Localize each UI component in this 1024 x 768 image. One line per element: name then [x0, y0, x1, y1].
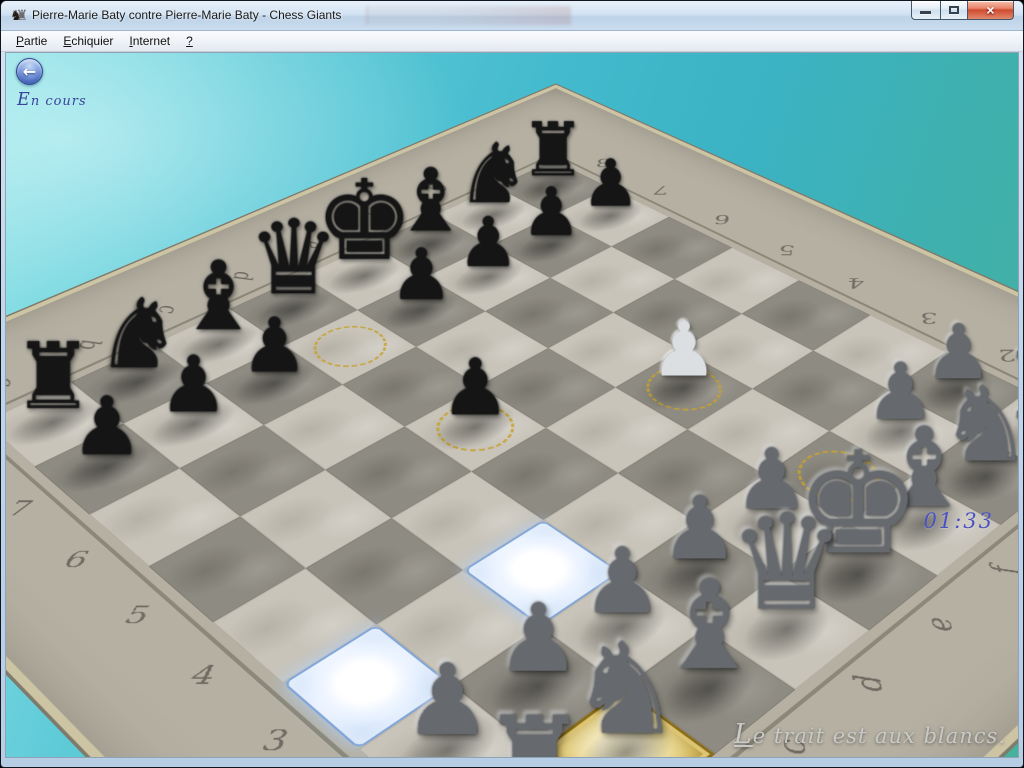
rank-label-right-6: 6: [703, 212, 742, 227]
square-c4[interactable]: [392, 471, 544, 570]
rank-label-left-7: 7: [5, 497, 48, 521]
window-buttons: ×: [911, 1, 1014, 20]
back-button[interactable]: ←: [16, 58, 43, 85]
menu-item-partie[interactable]: Partie: [8, 32, 55, 50]
minimize-button[interactable]: [911, 1, 940, 20]
black-pawn-glyph: ♟: [35, 387, 179, 467]
rank-label-right-4: 4: [834, 274, 877, 290]
close-button[interactable]: ×: [967, 1, 1014, 20]
app-window: ♞♜ Pierre-Marie Baty contre Pierre-Marie…: [0, 0, 1024, 768]
turn-status: Le trait est aux blancs.: [734, 719, 1006, 750]
square-d4[interactable]: [472, 428, 618, 520]
game-clock: 01:33: [923, 509, 994, 533]
game-state-label: En cours: [17, 90, 87, 110]
file-label-bottom-d: d: [845, 663, 894, 703]
menu-item-?[interactable]: ?: [178, 32, 201, 50]
square-a5[interactable]: [149, 516, 306, 622]
rank-label-left-3: 3: [245, 725, 306, 758]
file-label-bottom-f: f: [981, 553, 1019, 587]
black-pawn-glyph: ♟: [358, 240, 485, 311]
game-client-area: 88aa77bb66cc55dd44ee33ff22gg11hh♜♞♝♛♚♝♞♜…: [5, 52, 1019, 758]
rank-label-left-6: 6: [48, 547, 106, 573]
menu-item-internet[interactable]: Internet: [121, 32, 178, 50]
menu-item-echiquier[interactable]: Echiquier: [55, 32, 121, 50]
rank-label-right-5: 5: [766, 242, 807, 257]
minimize-icon: [920, 11, 931, 14]
titlebar-glass-reflection: [366, 6, 571, 25]
white-rook-glyph: ♜: [442, 701, 627, 758]
rank-label-left-4: 4: [174, 661, 234, 692]
titlebar[interactable]: ♞♜ Pierre-Marie Baty contre Pierre-Marie…: [1, 1, 1023, 31]
game-scene: 88aa77bb66cc55dd44ee33ff22gg11hh♜♞♝♛♚♝♞♜…: [6, 53, 1018, 757]
file-label-bottom-e: e: [916, 606, 965, 643]
close-icon: ×: [968, 2, 1013, 18]
menubar: PartieEchiquierInternet?: [1, 31, 1023, 52]
window-title: Pierre-Marie Baty contre Pierre-Marie Ba…: [32, 8, 341, 22]
back-arrow-icon: ←: [17, 62, 42, 81]
maximize-icon: [949, 6, 959, 14]
board-plane: 88aa77bb66cc55dd44ee33ff22gg11hh♜♞♝♛♚♝♞♜…: [5, 111, 1019, 758]
chess-pieces-icon: ♞♜: [10, 7, 28, 24]
maximize-button[interactable]: [940, 1, 967, 20]
rank-label-left-5: 5: [108, 602, 167, 630]
